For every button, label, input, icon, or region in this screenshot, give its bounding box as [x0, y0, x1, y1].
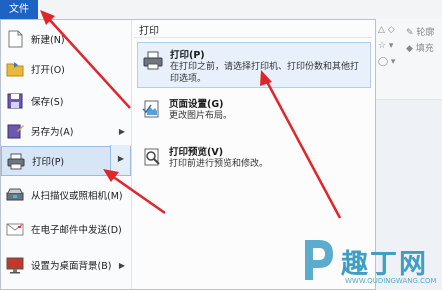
watermark-emblem-icon: [305, 240, 333, 280]
outline-icon: ✎: [406, 28, 414, 38]
menu-item-label: 设置为桌面背景(B): [31, 261, 112, 272]
print-preview-icon: [144, 148, 160, 166]
menu-item-save-as[interactable]: 另存为(A) ▶: [1, 116, 131, 146]
shape-triangle-icon[interactable]: △ ◇: [378, 25, 395, 35]
menu-item-label: 在电子邮件中发送(D): [31, 225, 122, 236]
menu-item-new[interactable]: 新建(N): [1, 24, 131, 54]
submenu-print[interactable]: 打印(P) 在打印之前，请选择打印机、打印份数和其他打印选项。: [137, 42, 371, 88]
outline-label: 轮廓: [416, 28, 435, 38]
ribbon-shapes-group: △ ◇ ☆ ▾ ◯ ▾ ✎ 轮廓 ◆ 填充: [376, 19, 442, 100]
menu-item-scanner[interactable]: 从扫描仪或照相机(M): [1, 180, 131, 210]
file-menu-left-pane: 新建(N) 打开(O) 保存(S) 另存为(A) ▶ 打印(P) ▶ 从扫描仪或…: [1, 20, 132, 289]
outline-button[interactable]: ✎ 轮廓: [406, 25, 434, 38]
menu-item-label: 另存为(A): [31, 127, 74, 138]
option-description: 打印前进行预览和修改。: [169, 159, 269, 169]
option-title: 打印(P): [170, 50, 205, 61]
menu-item-open[interactable]: 打开(O): [1, 54, 131, 84]
email-icon: [6, 223, 24, 236]
menu-item-label: 新建(N): [31, 35, 65, 46]
menu-item-desktop-background[interactable]: 设置为桌面背景(B) ▶: [1, 250, 131, 280]
submenu-title: 打印: [139, 26, 159, 37]
save-as-icon: [7, 124, 24, 139]
open-folder-icon: [6, 62, 24, 77]
desktop-icon: [6, 257, 24, 274]
submenu-divider: [134, 37, 372, 38]
chevron-right-icon: ▶: [118, 260, 125, 270]
watermark-text: 趣丁网: [341, 249, 428, 280]
option-description: 更改图片布局。: [169, 111, 233, 121]
watermark-url: WWW.QUDINGWANG.COM: [345, 277, 437, 285]
fill-button[interactable]: ◆ 填充: [406, 41, 434, 54]
menu-item-label: 打开(O): [31, 65, 65, 76]
printer-icon: [143, 51, 163, 70]
page-setup-icon: [142, 100, 159, 118]
option-description: 在打印之前，请选择打印机、打印份数和其他打印选项。: [170, 62, 360, 84]
file-tab[interactable]: 文件: [0, 0, 38, 19]
menu-item-save[interactable]: 保存(S): [1, 86, 131, 116]
shape-arrow-icon[interactable]: ☆ ▾: [378, 41, 393, 51]
submenu-print-preview[interactable]: 打印预览(V) 打印前进行预览和修改。: [137, 140, 371, 186]
shape-callout-icon[interactable]: ◯ ▾: [378, 57, 395, 67]
print-submenu-expander[interactable]: ▶: [110, 145, 130, 175]
watermark-logo: 趣丁网 WWW.QUDINGWANG.COM: [297, 230, 442, 290]
scanner-icon: [6, 188, 24, 201]
fill-icon: ◆: [406, 44, 413, 54]
menu-item-label: 保存(S): [31, 97, 64, 108]
chevron-right-icon: ▶: [117, 154, 124, 163]
menu-item-email[interactable]: 在电子邮件中发送(D): [1, 214, 131, 244]
submenu-page-setup[interactable]: 页面设置(G) 更改图片布局。: [137, 92, 371, 138]
fill-label: 填充: [415, 44, 434, 54]
save-icon: [7, 93, 23, 109]
new-doc-icon: [8, 30, 23, 48]
menu-item-label: 打印(P): [32, 157, 65, 168]
option-title: 页面设置(G): [169, 99, 224, 110]
option-title: 打印预览(V): [169, 147, 224, 158]
printer-icon: [7, 153, 25, 170]
menu-item-label: 从扫描仪或照相机(M): [31, 191, 123, 202]
chevron-right-icon: ▶: [118, 126, 125, 136]
